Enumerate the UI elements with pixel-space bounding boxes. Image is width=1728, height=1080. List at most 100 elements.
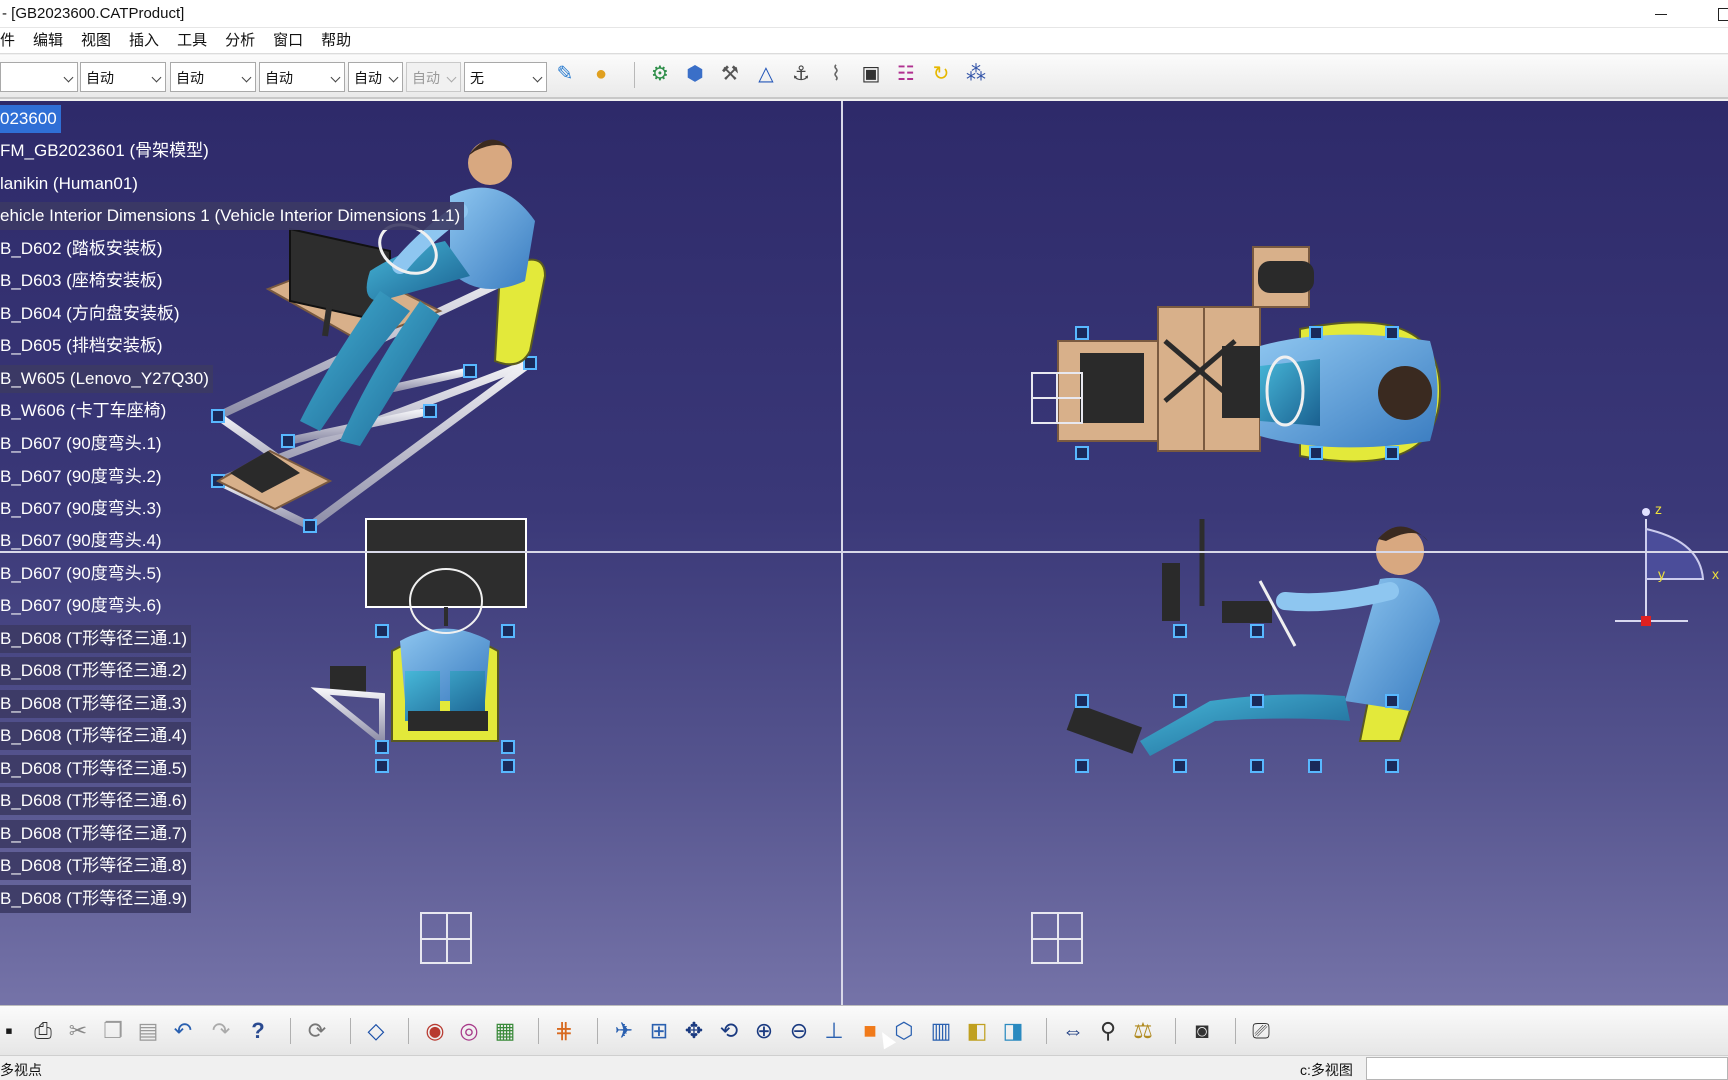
viewport-splitter-horizontal[interactable] [0, 551, 1728, 553]
copy-icon[interactable]: ❐ [98, 1016, 128, 1046]
eraser-icon[interactable]: ◇ [361, 1016, 391, 1046]
whats-this-icon[interactable]: ? [243, 1016, 273, 1046]
tree-item[interactable]: B_D608 (T形等径三通.4) [0, 722, 192, 750]
tree-item[interactable]: B_W606 (卡丁车座椅) [0, 397, 170, 425]
bolt-icon[interactable]: ⚒ [716, 60, 744, 88]
tree-item[interactable]: B_W605 (Lenovo_Y27Q30) [0, 365, 213, 393]
tree-item[interactable]: B_D604 (方向盘安装板) [0, 300, 183, 328]
line-type-dropdown-value: 自动 [265, 70, 293, 86]
tree-item[interactable]: B_D608 (T形等径三通.9) [0, 885, 192, 913]
hide-show-icon[interactable]: ◧ [962, 1016, 992, 1046]
point-symbol-dropdown[interactable]: 自动 [348, 62, 403, 92]
layer-dropdown[interactable]: 无 [464, 62, 547, 92]
menu-window[interactable]: 窗口 [264, 28, 312, 54]
shading-icon[interactable]: ▥ [926, 1016, 956, 1046]
tree-item[interactable]: B_D608 (T形等径三通.3) [0, 690, 192, 718]
grid-snap-icon[interactable]: ⋕ [549, 1016, 579, 1046]
redo-icon[interactable]: ↷ [206, 1016, 236, 1046]
tree-item[interactable]: B_D608 (T形等径三通.1) [0, 625, 192, 653]
tree-item[interactable]: ehicle Interior Dimensions 1 (Vehicle In… [0, 202, 465, 230]
toolbar-separator [290, 1018, 291, 1044]
multi-view-layout-icon [420, 912, 472, 964]
3d-viewport[interactable]: z x y 023600 FM_GB2023601 (骨架模型) lanikin… [0, 101, 1728, 1005]
print-icon[interactable]: ⎙ [28, 1016, 58, 1046]
tree-item[interactable]: B_D608 (T形等径三通.2) [0, 657, 192, 685]
tree-item[interactable]: B_D608 (T形等径三通.5) [0, 755, 192, 783]
multi-view-layout-icon [1031, 912, 1083, 964]
scene-icon[interactable]: ⎚ [1246, 1016, 1276, 1046]
clip-icon[interactable]: ⌇ [822, 60, 850, 88]
maximize-button[interactable] [1708, 2, 1728, 26]
tree-item[interactable]: FM_GB2023601 (骨架模型) [0, 137, 213, 165]
menu-insert[interactable]: 插入 [120, 28, 168, 54]
tree-item-root[interactable]: 023600 [0, 105, 61, 133]
command-input[interactable] [1366, 1057, 1728, 1080]
line-type-dropdown[interactable]: 自动 [259, 62, 345, 92]
analysis-icon[interactable]: ⚲ [1093, 1016, 1123, 1046]
fit-all-icon[interactable]: ⊞ [644, 1016, 674, 1046]
constraint-anchor-icon[interactable]: △ [752, 60, 780, 88]
painter-brush-icon[interactable]: ✎ [551, 60, 579, 88]
tree-item[interactable]: B_D605 (排档安装板) [0, 332, 166, 360]
viewport-splitter-vertical[interactable] [841, 101, 843, 1005]
rotate-icon[interactable]: ⟲ [714, 1016, 744, 1046]
color-dropdown[interactable] [0, 62, 78, 92]
toolbar-separator [1235, 1018, 1236, 1044]
capture-icon[interactable]: ◙ [1187, 1016, 1217, 1046]
tree-item[interactable]: B_D607 (90度弯头.3) [0, 495, 166, 523]
minimize-button[interactable] [1638, 2, 1684, 26]
chevron-down-icon [241, 72, 252, 83]
iso-view-rig [211, 139, 547, 533]
component-icon[interactable]: ⬢ [681, 60, 709, 88]
fly-mode-icon[interactable]: ✈ [609, 1016, 639, 1046]
undo-icon[interactable]: ↶ [168, 1016, 198, 1046]
tree-item[interactable]: B_D602 (踏板安装板) [0, 235, 166, 263]
menu-view[interactable]: 视图 [72, 28, 120, 54]
transparency-dropdown[interactable]: 自动 [80, 62, 166, 92]
swap-space-icon[interactable]: ◨ [998, 1016, 1028, 1046]
tree-item[interactable]: B_D608 (T形等径三通.7) [0, 820, 192, 848]
normal-view-icon[interactable]: ⊥ [819, 1016, 849, 1046]
parts-manage-icon[interactable]: ⚙ [646, 60, 674, 88]
compass-z-label: z [1655, 501, 1662, 517]
refresh-icon[interactable]: ⟳ [302, 1016, 332, 1046]
tree-item[interactable]: B_D607 (90度弯头.4) [0, 527, 166, 555]
measure-icon[interactable]: ⇔ [1058, 1016, 1088, 1046]
tree-item[interactable]: B_D603 (座椅安装板) [0, 267, 166, 295]
save-icon[interactable]: ▪ [0, 1016, 24, 1046]
toolbar-separator [634, 62, 635, 88]
menu-help[interactable]: 帮助 [312, 28, 360, 54]
standard-toolbar: ▪ ⎙ ✂ ❐ ▤ ↶ ↷ ? ⟳ ◇ ◉ ◎ ▦ ⋕ ✈ ⊞ ✥ ⟲ ⊕ ⊖ … [0, 1005, 1728, 1055]
zoom-in-icon[interactable]: ⊕ [749, 1016, 779, 1046]
menu-bar: 件 编辑 视图 插入 工具 分析 窗口 帮助 [0, 28, 1728, 54]
chevron-down-icon [330, 72, 341, 83]
pan-icon[interactable]: ✥ [679, 1016, 709, 1046]
update-icon[interactable]: ↻ [927, 60, 955, 88]
settings-grid-icon[interactable]: ⁂ [962, 60, 990, 88]
chevron-down-icon [151, 72, 162, 83]
cut-icon[interactable]: ✂ [63, 1016, 93, 1046]
tree-item[interactable]: B_D607 (90度弯头.5) [0, 560, 166, 588]
material-icon[interactable]: ◎ [454, 1016, 484, 1046]
layer-dropdown-value: 无 [470, 70, 484, 86]
apply-material-icon[interactable]: ● [587, 60, 615, 88]
menu-analyze[interactable]: 分析 [216, 28, 264, 54]
tree-item[interactable]: B_D607 (90度弯头.2) [0, 463, 166, 491]
fix-icon[interactable]: ⚓ [787, 60, 815, 88]
tree-item[interactable]: B_D608 (T形等径三通.6) [0, 787, 192, 815]
line-thickness-dropdown[interactable]: 自动 [170, 62, 256, 92]
color-cube-icon[interactable]: ▦ [490, 1016, 520, 1046]
tree-item[interactable]: B_D608 (T形等径三通.8) [0, 852, 192, 880]
tree-item[interactable]: B_D607 (90度弯头.6) [0, 592, 166, 620]
measure-box-icon[interactable]: ▣ [857, 60, 885, 88]
sphere-render-icon[interactable]: ◉ [420, 1016, 450, 1046]
cables-icon[interactable]: ☷ [892, 60, 920, 88]
menu-tools[interactable]: 工具 [168, 28, 216, 54]
paste-icon[interactable]: ▤ [133, 1016, 163, 1046]
weight-icon[interactable]: ⚖ [1128, 1016, 1158, 1046]
zoom-out-icon[interactable]: ⊖ [784, 1016, 814, 1046]
menu-file[interactable]: 件 [0, 28, 24, 54]
tree-item[interactable]: lanikin (Human01) [0, 170, 142, 198]
tree-item[interactable]: B_D607 (90度弯头.1) [0, 430, 166, 458]
menu-edit[interactable]: 编辑 [24, 28, 72, 54]
